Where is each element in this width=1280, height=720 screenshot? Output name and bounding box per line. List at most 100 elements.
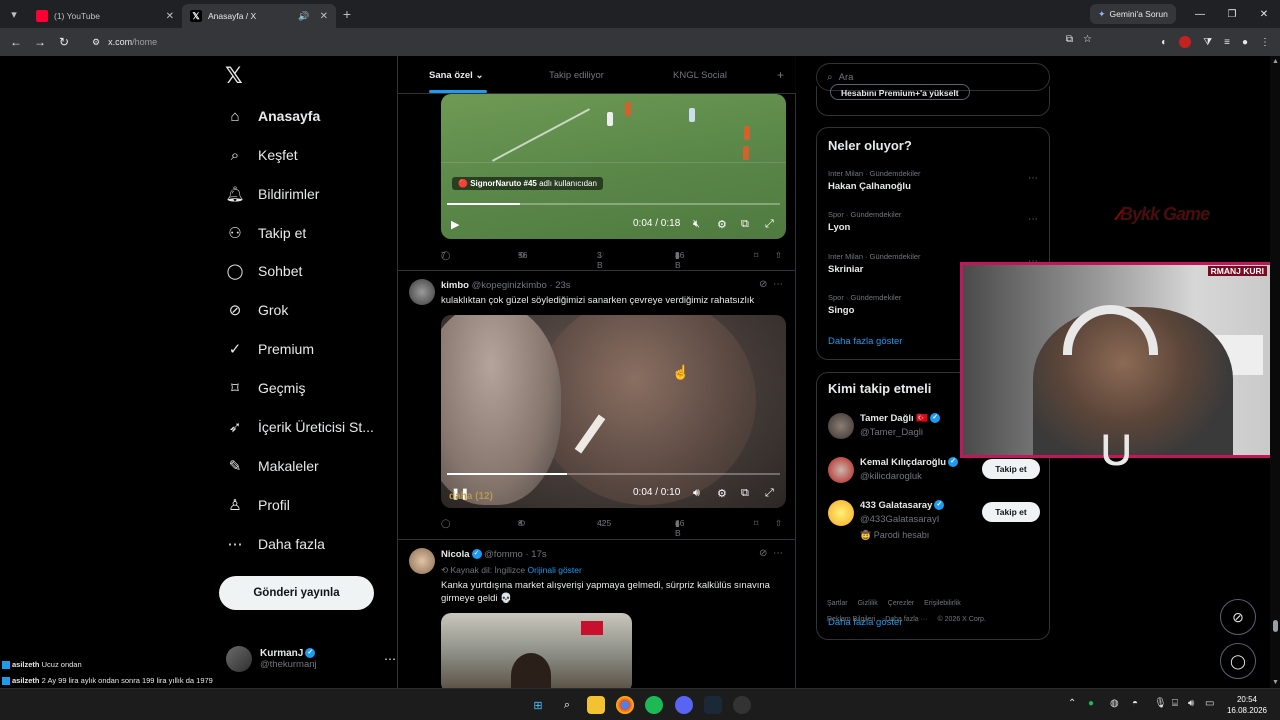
more-options-icon[interactable]: ⋯	[1028, 214, 1038, 225]
bookmark-star-icon[interactable]: ☆	[1083, 34, 1092, 45]
follow-button[interactable]: Takip et	[982, 459, 1040, 479]
file-explorer-icon[interactable]	[587, 696, 605, 714]
forward-icon[interactable]: →	[28, 30, 52, 54]
tweet-age[interactable]: 23s	[555, 280, 570, 291]
show-original-link[interactable]: Orijinali göster	[528, 565, 582, 575]
footer-link[interactable]: Gizlilik	[858, 600, 878, 607]
messages-fab-button[interactable]: ◯	[1220, 643, 1256, 679]
tweet-video[interactable]: ❚❚ daha (12) 0:04 / 0:10 🔊︎ ⚙ ⧉ ⤢	[441, 315, 786, 508]
retweet-button[interactable]: ⟲ 56	[518, 250, 527, 260]
tweet-author-handle[interactable]: @kopeginizkimbo	[472, 280, 547, 291]
like-button[interactable]: ♡ 3 B	[597, 250, 605, 270]
footer-link[interactable]: Reklam Bilgileri	[827, 616, 875, 623]
profile-icon[interactable]: ●	[1242, 37, 1248, 48]
post-button[interactable]: Gönderi yayınla	[219, 576, 374, 610]
reply-button[interactable]: ◯	[441, 518, 451, 528]
follow-button[interactable]: Takip et	[982, 502, 1040, 522]
nav-explore[interactable]: ⌕ Keşfet	[226, 141, 298, 169]
fullscreen-icon[interactable]: ⤢	[765, 218, 774, 231]
close-window-icon[interactable]: ✕	[1248, 0, 1280, 28]
reload-icon[interactable]: ↻	[52, 30, 76, 54]
nav-more[interactable]: ⋯ Daha fazla	[226, 530, 325, 558]
nav-follow[interactable]: ⚇ Takip et	[226, 219, 306, 247]
trend-item[interactable]: Spor · Gündemdekiler Lyon ⋯	[828, 210, 1038, 233]
more-options-icon[interactable]: ⋯	[384, 652, 396, 666]
maximize-icon[interactable]: ❐	[1216, 0, 1248, 28]
show-more-link[interactable]: Daha fazla göster	[828, 336, 902, 347]
mute-icon[interactable]: 🔇︎	[693, 218, 700, 231]
steam-icon[interactable]	[704, 696, 722, 714]
puzzle-icon[interactable]: ⧩	[1203, 37, 1212, 48]
tweet-author-name[interactable]: kimbo	[441, 280, 469, 291]
settings-icon[interactable]: ⚙	[717, 487, 727, 500]
network-icon[interactable]: ⌸	[1172, 698, 1178, 709]
minimize-icon[interactable]: —	[1184, 0, 1216, 28]
nav-articles[interactable]: ✎ Makaleler	[226, 452, 319, 480]
tray-icon[interactable]: ◓	[1132, 698, 1138, 709]
grok-icon[interactable]: ⊘	[759, 279, 767, 290]
volume-icon[interactable]: 🔊︎	[1188, 698, 1194, 709]
scrollbar-thumb[interactable]	[1273, 620, 1278, 632]
more-options-icon[interactable]: ⋯	[773, 279, 783, 290]
search-icon[interactable]: ⌕	[558, 696, 576, 714]
scroll-up-icon[interactable]: ▲	[1272, 58, 1279, 65]
discord-icon[interactable]	[675, 696, 693, 714]
address-bar[interactable]: ⚙ x.com/home	[82, 31, 1112, 53]
reply-button[interactable]: ◯ 7	[441, 250, 451, 260]
chrome-icon[interactable]	[616, 696, 634, 714]
install-app-icon[interactable]: ⧉	[1066, 34, 1073, 45]
tab-x[interactable]: 𝕏 Anasayfa / X 🔊 ✕	[182, 4, 336, 28]
volume-icon[interactable]: 🔊︎	[693, 487, 700, 500]
page-scrollbar[interactable]: ▲ ▼	[1270, 56, 1280, 688]
close-tab-icon[interactable]: ✕	[166, 11, 174, 22]
retweet-button[interactable]: ⟲ 8	[518, 518, 525, 528]
microphone-icon[interactable]: 🎙︎	[1154, 698, 1167, 709]
x-logo-icon[interactable]: 𝕏	[225, 64, 243, 89]
tweet-author-handle[interactable]: @fommo	[484, 549, 523, 560]
nav-home[interactable]: ⌂ Anasayfa	[226, 102, 320, 130]
tweet-author-name[interactable]: Nicola	[441, 549, 470, 560]
tab-search-button[interactable]: ▾	[0, 0, 28, 28]
tweet-image[interactable]	[441, 613, 632, 688]
speaker-icon[interactable]: 🔊	[298, 11, 309, 22]
back-icon[interactable]: ←	[4, 30, 28, 54]
pip-icon[interactable]: ⧉	[741, 487, 749, 500]
tab-for-you[interactable]: Sana özel ⌄	[429, 70, 483, 81]
follow-suggestion[interactable]: Kemal Kılıçdaroğlu ✓ @kilicdarogluk Takip…	[828, 457, 1040, 493]
views-button[interactable]: ▮ 86 B	[675, 250, 684, 270]
nav-bookmarks[interactable]: ⌑ Geçmiş	[226, 374, 305, 402]
spotify-icon[interactable]	[645, 696, 663, 714]
video-progress-bar[interactable]	[447, 473, 780, 475]
nav-profile[interactable]: ♙ Profil	[226, 491, 290, 519]
add-tab-icon[interactable]: +	[777, 68, 784, 82]
tab-youtube[interactable]: (1) YouTube ✕	[28, 4, 182, 28]
nav-premium[interactable]: ✓ Premium	[226, 335, 314, 363]
gemini-button[interactable]: ✦ Gemini'a Sorun	[1090, 4, 1176, 24]
close-tab-icon[interactable]: ✕	[320, 11, 328, 22]
app-icon[interactable]	[733, 696, 751, 714]
play-icon[interactable]: ▶	[451, 218, 459, 231]
video-progress-bar[interactable]	[447, 203, 780, 205]
taskbar-clock[interactable]: 20:54 16.08.2026	[1222, 694, 1272, 716]
nav-grok[interactable]: ⊘ Grok	[226, 296, 289, 324]
pip-icon[interactable]: ⧉	[741, 218, 749, 231]
site-info-icon[interactable]: ⚙	[92, 37, 100, 48]
new-tab-button[interactable]: +	[336, 3, 358, 25]
fullscreen-icon[interactable]: ⤢	[765, 487, 774, 500]
footer-link[interactable]: Daha fazla ···	[885, 616, 927, 623]
footer-link[interactable]: Erişilebilirlik	[924, 600, 961, 607]
avatar[interactable]	[409, 548, 435, 574]
start-icon[interactable]: ⊞	[529, 696, 547, 714]
follow-suggestion[interactable]: 433 Galatasaray ✓ @433GalatasarayI 🤠 Paro…	[828, 500, 1040, 540]
premium-upgrade-button[interactable]: Hesabını Premium+'a yükselt	[830, 84, 970, 100]
record-extension-icon[interactable]	[1179, 36, 1192, 48]
tab-following[interactable]: Takip ediliyor	[549, 70, 604, 81]
footer-link[interactable]: Şartlar	[827, 600, 848, 607]
tweet-video[interactable]: 🔴 SignorNaruto #45 adlı kullanıcıdan ▶ 0…	[441, 94, 786, 239]
nav-creator-studio[interactable]: ➶ İçerik Üreticisi St...	[226, 413, 374, 441]
views-button[interactable]: ▮ 46 B	[675, 518, 684, 538]
nav-chat[interactable]: ◯ Sohbet	[226, 257, 303, 285]
like-button[interactable]: ♡ 425	[597, 518, 611, 528]
settings-icon[interactable]: ⚙	[717, 218, 727, 231]
menu-icon[interactable]: ⋮	[1260, 37, 1270, 48]
